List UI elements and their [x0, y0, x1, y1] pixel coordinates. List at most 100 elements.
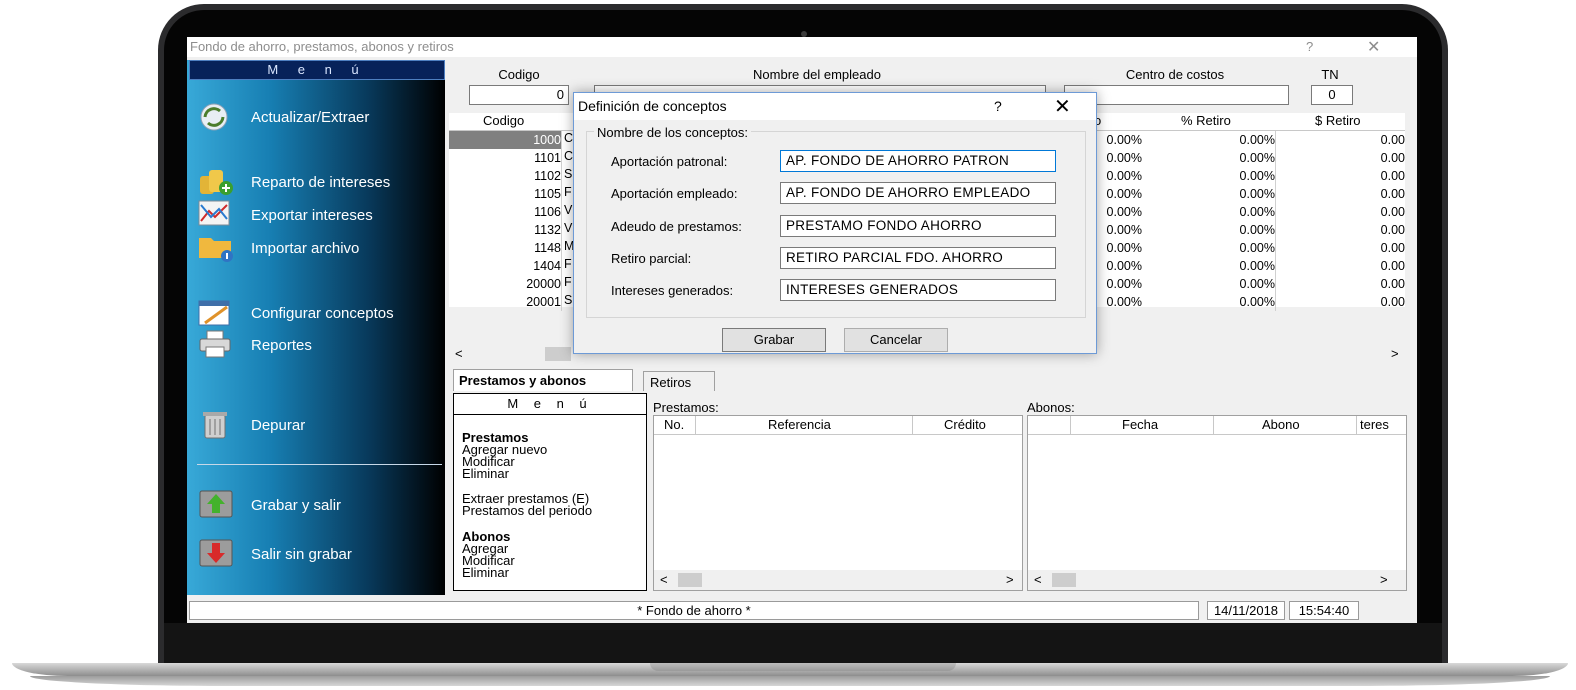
scroll-left-icon[interactable]: <	[1034, 572, 1042, 587]
prestamos-label: Prestamos:	[653, 400, 719, 415]
submenu-eliminar[interactable]: Eliminar	[462, 467, 509, 480]
submenu-prestamos-periodo[interactable]: Prestamos del periodo	[462, 504, 592, 517]
prestamos-hscrollbar[interactable]: < >	[654, 570, 1022, 590]
cell-name: F	[564, 275, 572, 289]
cell-retiro: 0.00	[1380, 187, 1405, 201]
col-fecha[interactable]: Fecha	[1122, 417, 1158, 432]
status-message: * Fondo de ahorro *	[189, 601, 1199, 620]
menu-item-label: Actualizar/Extraer	[251, 109, 370, 126]
cell-retiro: 0.00	[1380, 295, 1405, 309]
cell-codigo: 1404	[449, 257, 562, 275]
col-intereses[interactable]: teres	[1360, 417, 1389, 432]
cell-name: C	[564, 149, 574, 163]
cell-codigo: 1148	[449, 239, 562, 257]
tab-retiros[interactable]: Retiros	[643, 371, 715, 391]
menu-item-label: Reportes	[251, 337, 312, 354]
scroll-left-icon[interactable]: <	[455, 346, 463, 361]
tab-label: Prestamos y abonos	[459, 373, 587, 388]
cell-retiro: 0.00	[1380, 169, 1405, 183]
menu-item-label: Grabar y salir	[251, 497, 342, 514]
scroll-thumb[interactable]	[678, 573, 702, 587]
cell-pct-retiro: 0.00%	[1092, 167, 1276, 185]
col-divider	[912, 416, 913, 434]
dialog-title: Definición de conceptos	[578, 98, 727, 114]
scroll-left-icon[interactable]: <	[660, 572, 668, 587]
cell-name: C	[564, 131, 574, 145]
field-label: Aportación patronal:	[611, 154, 728, 169]
submenu-title: M e n ú	[454, 394, 646, 415]
scroll-thumb[interactable]	[1052, 573, 1076, 587]
trash-icon	[203, 412, 227, 439]
field-label: Aportación empleado:	[611, 186, 738, 201]
col-divider	[1070, 416, 1071, 434]
cancelar-button[interactable]: Cancelar	[844, 328, 948, 352]
menu-separator	[197, 464, 442, 465]
dialog-close-button[interactable]: ✕	[1054, 94, 1071, 119]
tab-prestamos-abonos[interactable]: Prestamos y abonos	[453, 369, 633, 391]
cell-retiro: 0.00	[1380, 205, 1405, 219]
intereses-generados-input[interactable]: INTERESES GENERADOS	[780, 279, 1056, 301]
nombre-label: Nombre del empleado	[753, 67, 881, 82]
col-divider	[1213, 416, 1214, 434]
window-title: Fondo de ahorro, prestamos, abonos y ret…	[190, 39, 454, 54]
cell-retiro: 0.00	[1380, 151, 1405, 165]
refresh-icon	[200, 103, 228, 131]
col-credito[interactable]: Crédito	[944, 417, 986, 432]
scroll-right-icon[interactable]: >	[1391, 346, 1399, 361]
abonos-label: Abonos:	[1027, 400, 1075, 415]
cell-retiro: 0.00	[1380, 133, 1405, 147]
menu-item-label: Importar archivo	[251, 240, 360, 257]
import-folder-icon	[199, 238, 233, 262]
laptop-base-shadow	[30, 676, 1550, 686]
abonos-hscrollbar[interactable]: < >	[1028, 570, 1406, 590]
menu-item-label: Exportar intereses	[251, 207, 373, 224]
grabar-button[interactable]: Grabar	[722, 328, 826, 352]
col-pct-retiro[interactable]: % Retiro	[1181, 113, 1231, 128]
cell-codigo: 1132	[449, 221, 562, 239]
tab-label: Retiros	[650, 375, 692, 390]
col-abono[interactable]: Abono	[1262, 417, 1300, 432]
scroll-thumb[interactable]	[545, 347, 571, 361]
cell-pct-retiro: 0.00%	[1092, 203, 1276, 221]
cell-name: F	[564, 185, 572, 199]
dialog-help-button[interactable]: ?	[994, 98, 1002, 114]
cell-retiro: 0.00	[1380, 277, 1405, 291]
col-retiro[interactable]: $ Retiro	[1315, 113, 1361, 128]
retiro-parcial-input[interactable]: RETIRO PARCIAL FDO. AHORRO	[780, 247, 1056, 269]
save-up-icon	[199, 490, 233, 518]
cell-codigo: 1102	[449, 167, 562, 185]
abonos-list[interactable]: Fecha Abono teres < >	[1027, 415, 1407, 591]
adeudo-prestamos-input[interactable]: PRESTAMO FONDO AHORRO	[780, 215, 1056, 237]
col-referencia[interactable]: Referencia	[768, 417, 831, 432]
cell-pct-retiro: 0.00%	[1092, 221, 1276, 239]
submenu-eliminar-abono[interactable]: Eliminar	[462, 566, 509, 579]
laptop-notch	[650, 663, 956, 671]
coins-icon	[200, 170, 233, 195]
scroll-right-icon[interactable]: >	[1380, 572, 1388, 587]
col-codigo[interactable]: Codigo	[483, 113, 524, 128]
close-button[interactable]: ✕	[1367, 37, 1380, 57]
cell-name: S	[564, 293, 573, 307]
group-label: Nombre de los conceptos:	[594, 125, 752, 140]
cell-retiro: 0.00	[1380, 241, 1405, 255]
scroll-right-icon[interactable]: >	[1006, 572, 1014, 587]
cell-name: F	[564, 257, 572, 271]
menu-item-label: Reparto de intereses	[251, 174, 391, 191]
codigo-label: Codigo	[498, 67, 540, 82]
col-divider	[1356, 416, 1357, 434]
codigo-input[interactable]: 0	[469, 85, 569, 105]
tn-input[interactable]: 0	[1311, 85, 1353, 105]
centro-input[interactable]	[1064, 85, 1289, 105]
help-button[interactable]: ?	[1306, 39, 1313, 54]
title-bar: Fondo de ahorro, prestamos, abonos y ret…	[187, 37, 1417, 57]
prestamos-list[interactable]: No. Referencia Crédito < >	[653, 415, 1023, 591]
col-no[interactable]: No.	[664, 417, 684, 432]
menu-item-label: Salir sin grabar	[251, 546, 352, 563]
aportacion-patronal-input[interactable]: AP. FONDO DE AHORRO PATRON	[780, 150, 1056, 172]
cell-pct-retiro: 0.00%	[1092, 293, 1276, 311]
cell-name: S	[564, 167, 573, 181]
aportacion-empleado-input[interactable]: AP. FONDO DE AHORRO EMPLEADO	[780, 182, 1056, 204]
field-label: Intereses generados:	[611, 283, 734, 298]
tn-label: TN	[1321, 67, 1339, 82]
menu-item-label: Configurar conceptos	[251, 305, 394, 322]
